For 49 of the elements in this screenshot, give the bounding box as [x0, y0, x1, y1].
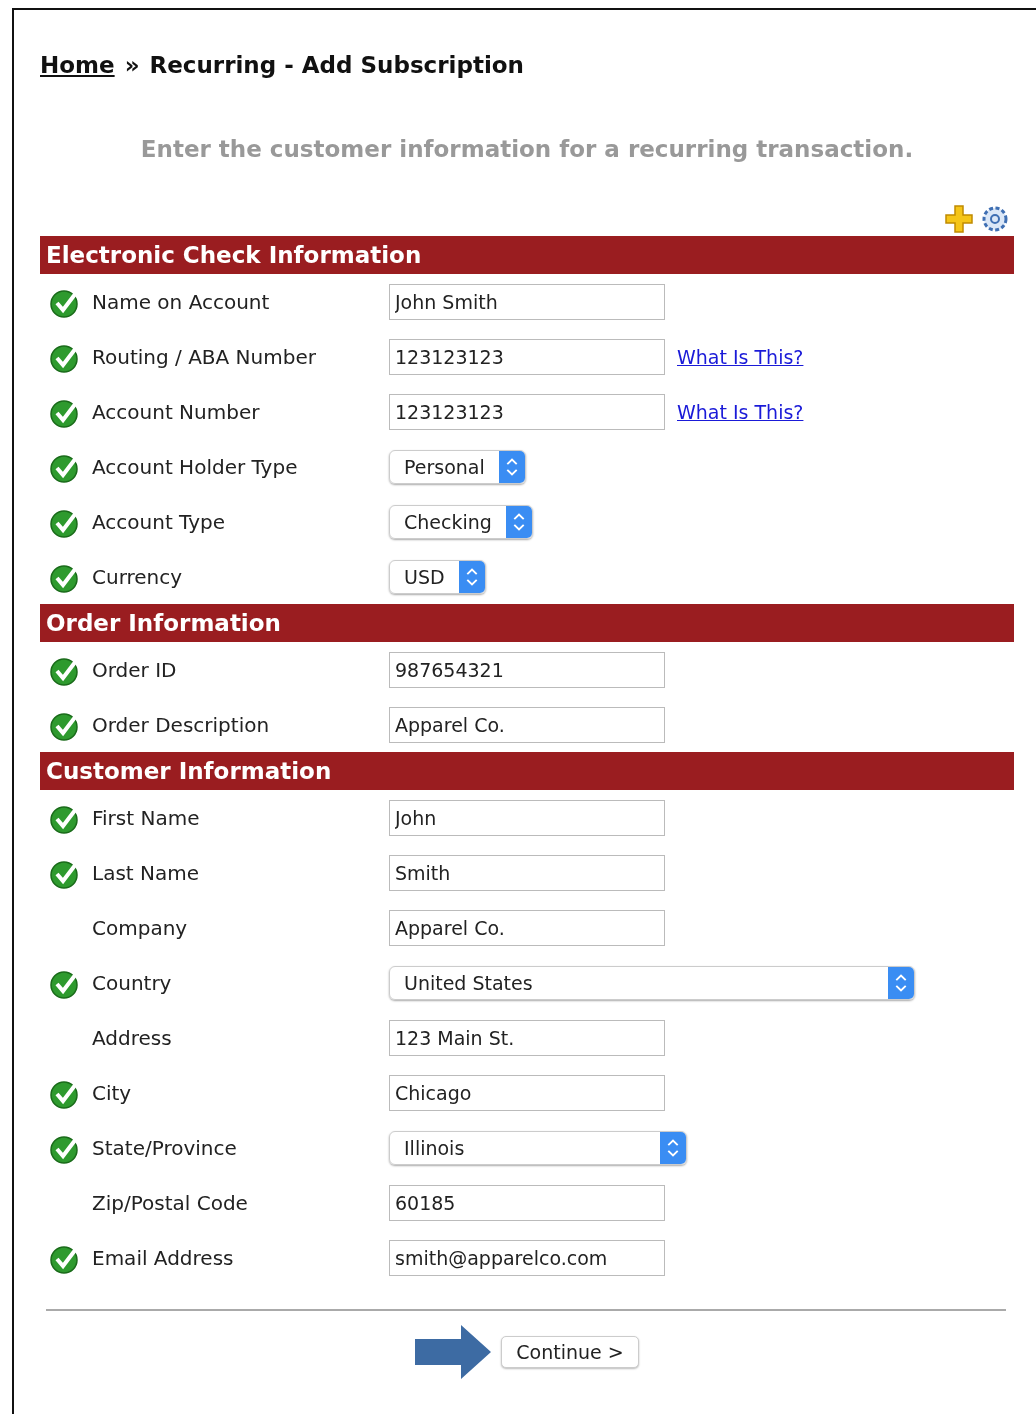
- section-header: Electronic Check Information: [40, 236, 1014, 274]
- field-label: First Name: [92, 805, 201, 830]
- text-field[interactable]: Apparel Co.: [389, 706, 665, 743]
- text-field[interactable]: Smith: [389, 854, 665, 891]
- text-field[interactable]: 60185: [389, 1184, 665, 1221]
- dropdown[interactable]: USD: [389, 559, 486, 594]
- field-label: Currency: [92, 564, 184, 589]
- text-field[interactable]: 123123123: [389, 338, 665, 375]
- field-label: Zip/Postal Code: [92, 1190, 249, 1215]
- field-label: State/Province: [92, 1135, 238, 1160]
- home-link[interactable]: Home: [40, 52, 115, 78]
- help-link[interactable]: What Is This?: [677, 345, 804, 368]
- field-label: Company: [92, 915, 189, 940]
- plus-icon[interactable]: [944, 204, 974, 234]
- field-label: Account Holder Type: [92, 454, 299, 479]
- field-label: City: [92, 1080, 133, 1105]
- breadcrumb-separator: »: [124, 52, 140, 78]
- field-label: Order Description: [92, 712, 271, 737]
- dropdown[interactable]: Checking: [389, 504, 533, 539]
- field-label: Routing / ABA Number: [92, 344, 317, 369]
- stepper-icon[interactable]: [458, 560, 485, 593]
- intro-text: Enter the customer information for a recurring transaction.: [139, 136, 915, 162]
- stepper-icon[interactable]: [505, 505, 532, 538]
- gear-icon[interactable]: [980, 204, 1010, 234]
- field-label: Last Name: [92, 860, 201, 885]
- field-label: Order ID: [92, 657, 178, 682]
- text-field[interactable]: 123123123: [389, 393, 665, 430]
- field-label: Name on Account: [92, 289, 271, 314]
- field-label: Account Type: [92, 509, 227, 534]
- section-header: Order Information: [40, 604, 1014, 642]
- stepper-icon[interactable]: [888, 966, 914, 999]
- field-label: Email Address: [92, 1245, 235, 1270]
- text-field[interactable]: Apparel Co.: [389, 909, 665, 946]
- field-label: Account Number: [92, 399, 261, 424]
- field-label: Address: [92, 1025, 173, 1050]
- section-header: Customer Information: [40, 752, 1014, 790]
- field-label: Country: [92, 970, 173, 995]
- dropdown[interactable]: Personal: [389, 449, 526, 484]
- text-field[interactable]: smith@apparelco.com: [389, 1239, 665, 1276]
- dropdown[interactable]: United States: [389, 965, 915, 1000]
- text-field[interactable]: 987654321: [389, 651, 665, 688]
- continue-button[interactable]: Continue >: [501, 1336, 639, 1368]
- page-title: Recurring - Add Subscription: [149, 52, 524, 78]
- help-link[interactable]: What Is This?: [677, 400, 804, 423]
- stepper-icon[interactable]: [660, 1131, 686, 1164]
- stepper-icon[interactable]: [498, 450, 525, 483]
- dropdown[interactable]: Illinois: [389, 1130, 687, 1165]
- text-field[interactable]: 123 Main St.: [389, 1019, 665, 1056]
- text-field[interactable]: Chicago: [389, 1074, 665, 1111]
